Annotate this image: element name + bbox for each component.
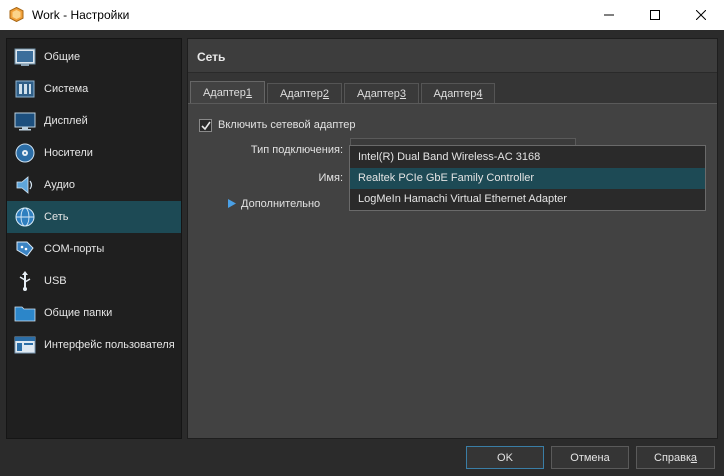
enable-adapter-checkbox[interactable]: [199, 119, 212, 132]
sidebar-item-label: Система: [44, 83, 89, 95]
tab-accel: 3: [399, 87, 407, 100]
tab-label: Адаптер: [279, 87, 323, 100]
sidebar-item-label: Дисплей: [44, 115, 88, 127]
dropdown-option[interactable]: Realtek PCIe GbE Family Controller: [350, 168, 705, 189]
minimize-button[interactable]: [586, 0, 632, 30]
name-label: Имя:: [318, 172, 343, 184]
tab-accel: 4: [476, 87, 483, 100]
dropdown-option[interactable]: Intel(R) Dual Band Wireless-AC 3168: [350, 147, 705, 168]
maximize-icon: [650, 10, 660, 20]
serial-ports-icon: [16, 241, 34, 257]
sidebar-item-display[interactable]: Дисплей: [7, 105, 181, 137]
display-icon: [14, 112, 36, 131]
help-button[interactable]: Справк а: [636, 446, 715, 469]
network-icon: [15, 207, 35, 227]
sidebar-item-label: Интерфейс пользователя: [44, 339, 175, 351]
shared-folders-icon: [14, 306, 36, 322]
advanced-toggle[interactable]: Дополнительно: [241, 198, 320, 210]
sidebar-item-label: USB: [44, 275, 67, 287]
tab-adapter-2[interactable]: Адаптер 2: [267, 83, 342, 103]
attached-to-label: Тип подключения:: [250, 144, 343, 156]
sidebar-item-usb[interactable]: USB: [7, 265, 181, 297]
sidebar-item-general[interactable]: Общие: [7, 41, 181, 73]
sidebar-item-shared-folders[interactable]: Общие папки: [7, 297, 181, 329]
option-label: Realtek PCIe GbE Family Controller: [358, 172, 535, 184]
audio-icon: [16, 176, 33, 194]
dropdown-option[interactable]: LogMeIn Hamachi Virtual Ethernet Adapter: [350, 189, 705, 210]
usb-icon: [19, 271, 31, 291]
sidebar-item-label: Носители: [44, 147, 93, 159]
sidebar-item-user-interface[interactable]: Интерфейс пользователя: [7, 329, 181, 361]
ok-button[interactable]: OK: [466, 446, 544, 469]
sidebar-item-label: Общие папки: [44, 307, 113, 319]
option-label: Intel(R) Dual Band Wireless-AC 3168: [358, 151, 541, 163]
sidebar-item-audio[interactable]: Аудио: [7, 169, 181, 201]
adapter-name-dropdown: Intel(R) Dual Band Wireless-AC 3168 Real…: [349, 145, 706, 211]
sidebar-item-label: Общие: [44, 51, 81, 63]
tab-label: Адаптер: [356, 87, 400, 100]
minimize-icon: [604, 14, 614, 16]
sidebar-item-system[interactable]: Система: [7, 73, 181, 105]
tab-adapter-4[interactable]: Адаптер 4: [421, 83, 495, 103]
sidebar-item-label: Аудио: [44, 179, 76, 191]
sidebar-item-network[interactable]: Сеть: [7, 201, 181, 233]
cancel-button[interactable]: Отмена: [551, 446, 629, 469]
sidebar-item-serial-ports[interactable]: COM-порты: [7, 233, 181, 265]
virtualbox-icon: [9, 7, 24, 22]
close-button[interactable]: [678, 0, 724, 30]
button-label: Отмена: [570, 451, 610, 464]
settings-content: Сеть Адаптер 1 Адаптер 2 Адаптер 3 Адапт…: [187, 38, 718, 439]
checkmark-icon: [201, 121, 211, 131]
general-icon: [14, 48, 36, 66]
maximize-button[interactable]: [632, 0, 678, 30]
button-label: Справк: [654, 451, 691, 464]
enable-adapter-label: Включить сетевой адаптер: [218, 119, 356, 131]
adapter-tabs: Адаптер 1 Адаптер 2 Адаптер 3 Адаптер 4: [188, 81, 717, 104]
close-icon: [696, 10, 706, 20]
user-interface-icon: [14, 336, 36, 354]
button-label: OK: [497, 451, 513, 464]
sidebar-item-storage[interactable]: Носители: [7, 137, 181, 169]
sidebar-item-label: COM-порты: [44, 243, 105, 255]
title-bar: Work - Настройки: [0, 0, 724, 30]
tab-label: Адаптер: [202, 87, 246, 99]
tab-label: Адаптер: [433, 87, 477, 100]
system-icon: [15, 80, 35, 98]
window-title: Work - Настройки: [32, 8, 130, 22]
tab-accel: 2: [322, 87, 330, 100]
settings-sidebar: Общие Система Дисплей Носители Аудио Сет…: [6, 38, 182, 439]
sidebar-item-label: Сеть: [44, 211, 69, 223]
tab-adapter-3[interactable]: Адаптер 3: [344, 83, 419, 103]
expand-triangle-icon[interactable]: [228, 199, 236, 208]
storage-icon: [15, 143, 35, 163]
section-header: Сеть: [188, 39, 717, 73]
option-label: LogMeIn Hamachi Virtual Ethernet Adapter: [358, 193, 567, 205]
tab-accel: 1: [245, 87, 253, 99]
tab-adapter-1[interactable]: Адаптер 1: [190, 81, 265, 104]
section-title: Сеть: [197, 50, 226, 64]
button-accel: а: [690, 451, 697, 464]
